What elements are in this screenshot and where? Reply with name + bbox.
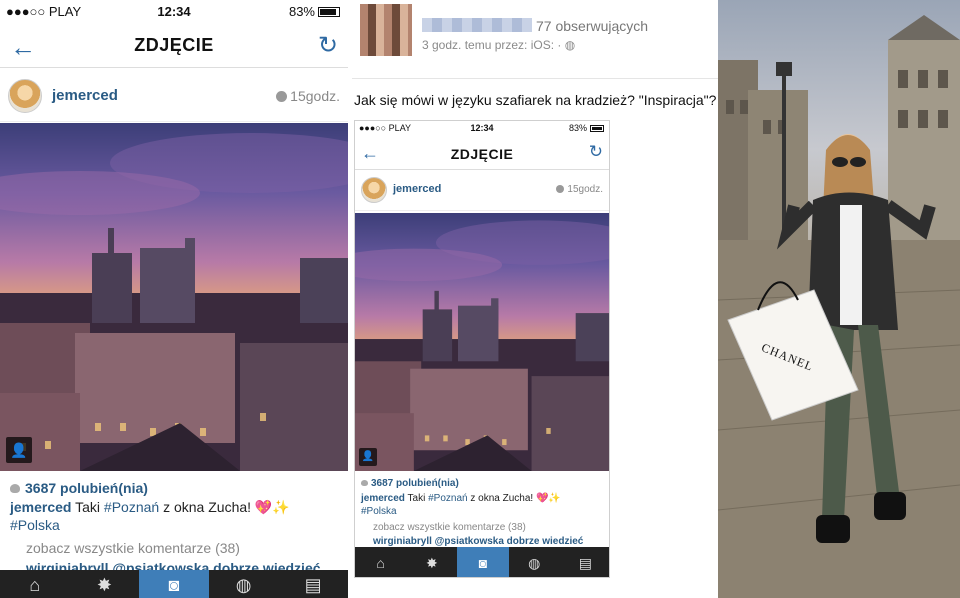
status-bar: ●●●○○ PLAY 12:34 83% xyxy=(0,0,348,22)
hashtag-polska: #Polska xyxy=(361,506,397,517)
tab-bar: ⌂ ✸ ◙ ◍ ▤ xyxy=(355,547,609,577)
username-link[interactable]: jemerced xyxy=(52,87,118,104)
post-time: 15godz. xyxy=(276,88,340,104)
caption-rest: z okna Zucha! 💖✨ xyxy=(467,493,561,504)
battery-icon xyxy=(590,125,604,132)
tab-bar: ⌂ ✸ ◙ ◍ ▤ xyxy=(0,570,348,598)
caption-rest: z okna Zucha! 💖✨ xyxy=(159,499,290,515)
embedded-instagram-screenshot[interactable]: ●●●○○ PLAY 12:34 83% ← ZDJĘCIE ↻ jemerce… xyxy=(354,120,610,578)
status-bar: ●●●○○ PLAY 12:34 83% xyxy=(355,121,609,137)
city-skyline-image xyxy=(0,133,348,471)
post-text: Jak się mówi w języku szafiarek na kradz… xyxy=(354,92,717,108)
tab-profile-icon: ▤ xyxy=(578,555,593,571)
username-link: jemerced xyxy=(393,183,442,195)
likes-count[interactable]: 3687 polubień(nia) xyxy=(10,480,148,496)
battery-icon xyxy=(318,7,340,17)
clock-icon xyxy=(556,185,565,193)
instagram-screenshot-large: ●●●○○ PLAY 12:34 83% ← ZDJĘCIE ↻ jemerce… xyxy=(0,0,348,598)
battery-indicator: 83% xyxy=(289,4,340,19)
tab-activity-icon: ◍ xyxy=(528,555,541,571)
post-meta: 3 godz. temu przez: iOS: · ◍ xyxy=(422,38,576,52)
woman-with-shopping-bag-image xyxy=(718,15,960,598)
nav-bar: ← ZDJĘCIE ↻ xyxy=(355,138,609,170)
post-header: jemerced 15godz. xyxy=(355,171,609,211)
post-photo[interactable]: 👤 xyxy=(0,123,348,471)
heart-icon xyxy=(10,484,20,493)
see-all-comments-link[interactable]: zobacz wszystkie komentarze (38) xyxy=(26,540,240,556)
screen-title: ZDJĘCIE xyxy=(134,35,214,55)
facebook-post: 77 obserwujących 3 godz. temu przez: iOS… xyxy=(350,0,718,598)
post-header: jemerced 15godz. xyxy=(0,70,348,122)
clock-icon xyxy=(276,91,288,102)
tab-home-icon[interactable]: ⌂ xyxy=(0,570,70,598)
avatar[interactable] xyxy=(8,79,42,113)
person-tag-icon[interactable]: 👤 xyxy=(6,437,32,463)
post-photo: 👤 xyxy=(355,213,609,471)
tab-explore-icon[interactable]: ✸ xyxy=(70,570,140,598)
heart-icon xyxy=(361,480,368,486)
caption-text: Taki xyxy=(75,499,104,515)
time-ago-text: 15godz. xyxy=(290,88,340,104)
refresh-icon[interactable]: ↻ xyxy=(318,31,338,60)
pixelated-avatar[interactable] xyxy=(360,4,412,56)
tab-home-icon: ⌂ xyxy=(376,555,385,571)
see-all-comments-link: zobacz wszystkie komentarze (38) xyxy=(373,522,526,533)
post-time: 15godz. xyxy=(556,184,603,195)
tab-profile-icon[interactable]: ▤ xyxy=(278,570,348,598)
caption: jemerced Taki #Poznań z okna Zucha! 💖✨ #… xyxy=(10,498,340,534)
hashtag-poznan[interactable]: #Poznań xyxy=(104,499,159,515)
likes-text: 3687 polubień(nia) xyxy=(25,480,148,496)
street-fashion-photo[interactable]: CHANEL xyxy=(718,0,960,598)
blurred-author-name[interactable] xyxy=(422,18,532,32)
likes-text: 3687 polubień(nia) xyxy=(371,478,459,489)
caption-text: Taki xyxy=(407,493,429,504)
hashtag-polska[interactable]: #Polska xyxy=(10,517,60,533)
tab-camera-icon: ◙ xyxy=(457,547,509,577)
caption-username: jemerced xyxy=(361,493,405,504)
screen-title: ZDJĘCIE xyxy=(450,146,514,162)
hashtag-poznan: #Poznań xyxy=(428,493,468,504)
avatar xyxy=(361,177,387,203)
battery-percent: 83% xyxy=(568,123,587,133)
time-ago-text: 15godz. xyxy=(567,184,603,195)
city-skyline-image xyxy=(355,220,609,471)
divider xyxy=(352,78,718,79)
caption-username[interactable]: jemerced xyxy=(10,499,71,515)
nav-bar: ← ZDJĘCIE ↻ xyxy=(0,24,348,68)
comment-preview: wirginiabryll @psiatkowska dobrze wiedzi… xyxy=(373,536,584,547)
likes-count: 3687 polubień(nia) xyxy=(361,478,459,489)
followers-count[interactable]: 77 obserwujących xyxy=(536,18,648,34)
refresh-icon: ↻ xyxy=(588,142,603,161)
person-tag-icon: 👤 xyxy=(359,448,377,466)
tab-camera-icon[interactable]: ◙ xyxy=(139,570,209,598)
battery-percent: 83% xyxy=(288,4,315,19)
caption: jemerced Taki #Poznań z okna Zucha! 💖✨ #… xyxy=(361,492,605,518)
tab-explore-icon: ✸ xyxy=(425,555,438,571)
tab-activity-icon[interactable]: ◍ xyxy=(209,570,279,598)
battery-indicator: 83% xyxy=(569,123,604,133)
